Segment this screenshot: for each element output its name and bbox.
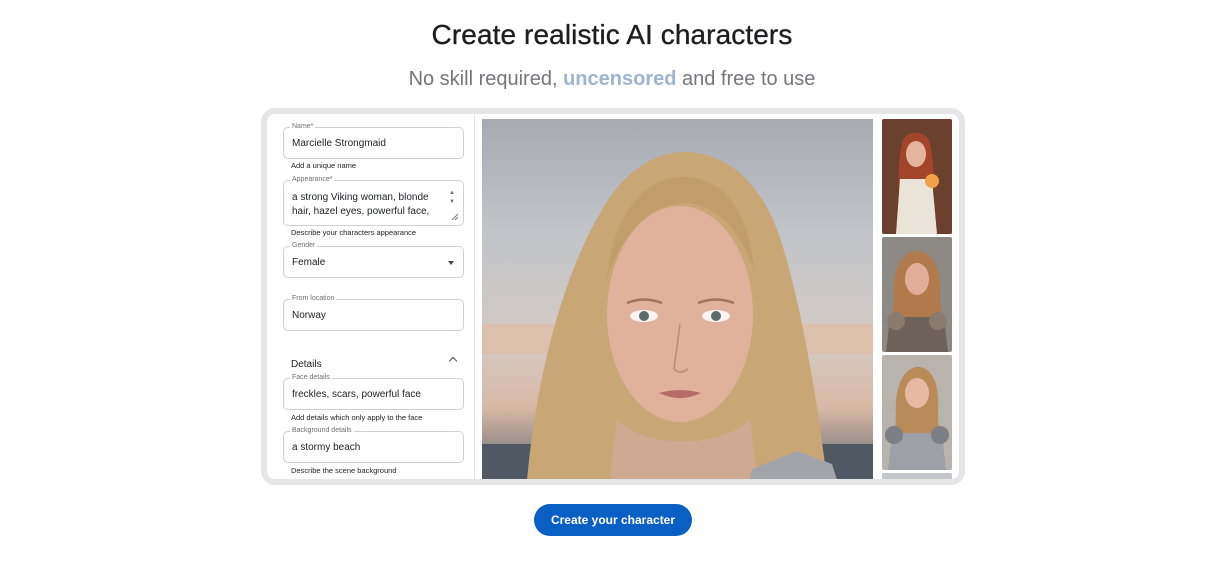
appearance-field[interactable]: Appearance* a strong Viking woman, blond… — [283, 175, 464, 226]
details-heading: Details — [291, 359, 322, 370]
background-details-field[interactable]: Background details a stormy beach — [283, 426, 464, 463]
background-details-helper-text: Describe the scene background — [291, 466, 397, 475]
resize-handle-icon[interactable] — [451, 213, 458, 220]
textarea-scroll-icon[interactable]: ▲ ▼ — [448, 189, 456, 207]
face-details-label: Face details — [290, 373, 332, 382]
face-details-value: freckles, scars, powerful face — [292, 389, 421, 400]
face-details-helper-text: Add details which only apply to the face — [291, 413, 423, 422]
location-field-label: From location — [290, 294, 337, 303]
chevron-down-icon[interactable] — [448, 261, 454, 265]
gender-select[interactable]: Gender Female — [283, 241, 464, 278]
thumbnail-image[interactable] — [882, 119, 952, 234]
appearance-helper-text: Describe your characters appearance — [291, 228, 417, 237]
name-field[interactable]: Name* Marcielle Strongmaid — [283, 122, 464, 159]
name-field-label: Name* — [290, 122, 316, 131]
subtitle-accent: uncensored — [563, 68, 677, 90]
subtitle-text-start: No skill required, — [408, 68, 564, 90]
character-form: Name* Marcielle Strongmaid Add a unique … — [267, 114, 475, 479]
main-portrait-image — [482, 119, 873, 479]
location-field[interactable]: From location Norway — [283, 294, 464, 331]
location-value: Norway — [292, 310, 326, 321]
face-details-field[interactable]: Face details freckles, scars, powerful f… — [283, 373, 464, 410]
create-character-button[interactable]: Create your character — [534, 504, 692, 536]
page-title: Create realistic AI characters — [431, 19, 793, 50]
name-field-value: Marcielle Strongmaid — [292, 138, 386, 149]
thumbnail-image[interactable] — [882, 473, 952, 479]
chevron-up-icon — [448, 356, 458, 366]
details-accordion-toggle[interactable]: Details — [291, 354, 458, 370]
subtitle-text-end: and free to use — [676, 68, 816, 90]
appearance-line-1: a strong Viking woman, blonde — [292, 192, 429, 203]
gender-field-label: Gender — [290, 241, 318, 250]
background-details-value: a stormy beach — [292, 442, 361, 453]
gender-value: Female — [292, 257, 326, 268]
appearance-line-2: hair, hazel eyes, powerful face, — [292, 206, 430, 217]
background-details-label: Background details — [290, 426, 354, 435]
thumbnail-image[interactable] — [882, 237, 952, 352]
name-helper-text: Add a unique name — [291, 161, 357, 170]
page-subtitle: No skill required, uncensored and free t… — [0, 68, 1224, 91]
character-demo-preview: Name* Marcielle Strongmaid Add a unique … — [261, 108, 965, 485]
appearance-field-label: Appearance* — [290, 175, 335, 184]
thumbnail-image[interactable] — [882, 355, 952, 470]
